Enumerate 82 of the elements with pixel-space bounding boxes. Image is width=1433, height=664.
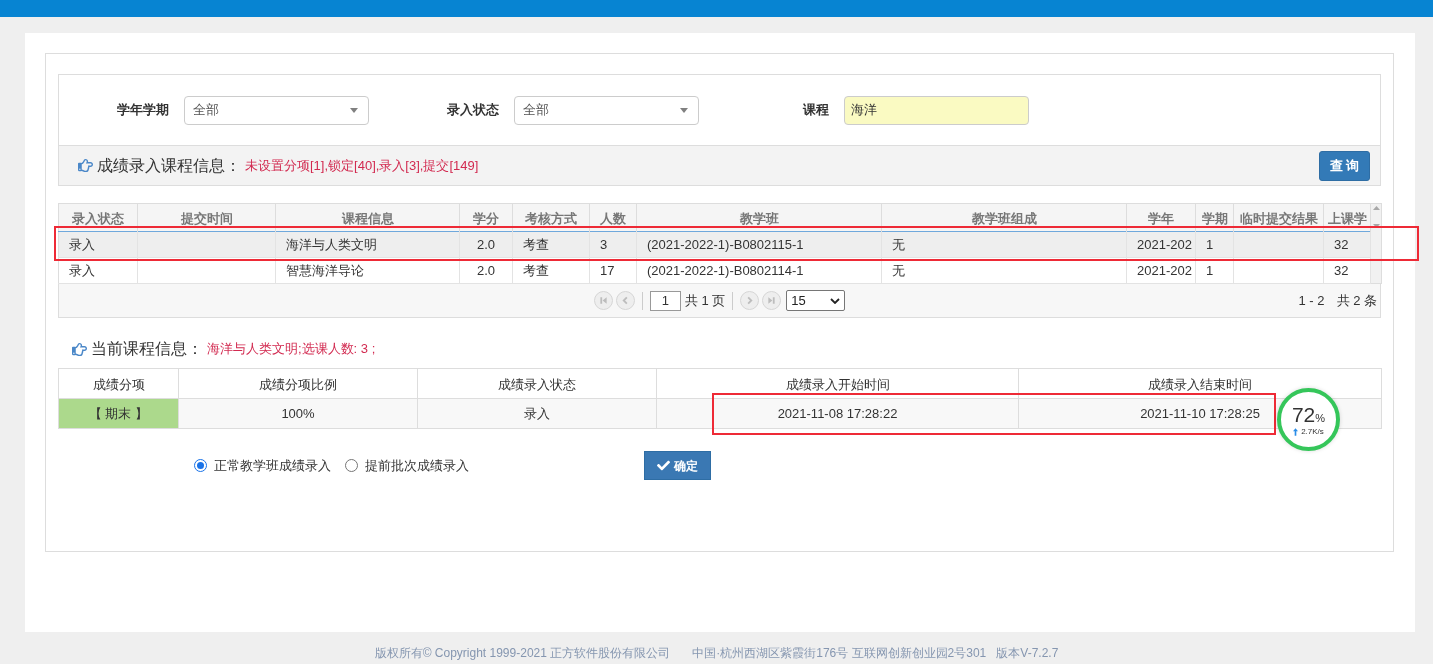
page-count-text: 共 1 页: [684, 291, 726, 310]
last-page-icon: [767, 296, 777, 305]
grade-item-cell: 【 期末 】: [58, 398, 179, 429]
query-button[interactable]: 查 询: [1319, 150, 1370, 181]
table-cell: 录入: [69, 236, 95, 252]
table-cell: 2.0: [476, 262, 496, 278]
table-cell: 2021-11-08 17:28:22: [777, 405, 898, 421]
table-cell: 无: [892, 262, 905, 278]
percent-unit: %: [1315, 412, 1326, 424]
field-label: 课程: [801, 101, 829, 120]
column-header[interactable]: 学年: [1126, 203, 1196, 232]
table-cell: 考查: [523, 262, 549, 278]
table-cell: 32: [1334, 262, 1349, 278]
radio-label[interactable]: 提前批次成绩录入: [365, 455, 469, 476]
column-header: 成绩录入结束时间: [1148, 377, 1252, 392]
radio-button[interactable]: [345, 459, 358, 472]
table-cell: 1: [1206, 262, 1214, 278]
pointing-hand-icon: [72, 341, 87, 357]
table-cell: 32: [1334, 236, 1349, 252]
confirm-button[interactable]: 确定: [644, 451, 711, 480]
column-header[interactable]: 录入状态: [58, 203, 138, 232]
field-label: 录入状态: [446, 101, 499, 120]
table-cell: 2021-202: [1137, 236, 1192, 252]
table-cell: 3: [600, 236, 608, 252]
radio-button[interactable]: [194, 459, 207, 472]
footer-text: 版本V-7.2.7: [996, 646, 1059, 661]
summary-text: 海洋与人类文明;选课人数: 3 ;: [207, 340, 376, 359]
page-number-input[interactable]: 1: [649, 290, 681, 311]
up-arrow-icon: [1293, 427, 1299, 436]
select-field[interactable]: 全部: [184, 95, 369, 125]
percent-value: 72: [1291, 403, 1316, 425]
check-icon: [657, 459, 670, 472]
speed-text: 2.7K/s: [1301, 427, 1324, 436]
footer-text: 版权所有© Copyright 1999-2021 正方软件股份有限公司: [374, 646, 671, 661]
column-header[interactable]: 人数: [589, 203, 637, 232]
column-header[interactable]: 学分: [459, 203, 513, 232]
table-cell: 无: [892, 236, 905, 252]
pointing-hand-icon: [78, 158, 93, 173]
column-header: 成绩分项比例: [259, 377, 337, 392]
table-cell: 智慧海洋导论: [286, 262, 364, 278]
table-cell: 2021-11-10 17:28:25: [1140, 405, 1260, 421]
table-cell: 海洋与人类文明: [286, 236, 377, 252]
column-header: 成绩录入开始时间: [785, 377, 890, 392]
text-input[interactable]: 海洋: [844, 95, 1029, 125]
chevron-down-icon: [830, 297, 841, 304]
select-field[interactable]: 全部: [514, 95, 699, 125]
table-cell: 17: [600, 262, 615, 278]
table-cell: 2.0: [476, 236, 496, 252]
column-header[interactable]: 提交时间: [137, 203, 276, 232]
record-total-text: 共 2 条: [1336, 291, 1377, 310]
table-cell: 录入: [69, 262, 95, 278]
footer-text: 中国·杭州西湖区紫霞街176号 互联网创新创业园2号301: [692, 646, 987, 661]
summary-text: 未设置分项[1],锁定[40],录入[3],提交[149]: [245, 156, 479, 175]
table-cell: (2021-2022-1)-B0802115-1: [647, 236, 804, 252]
record-range-text: 1 - 2: [1298, 291, 1325, 310]
table-cell: (2021-2022-1)-B0802114-1: [647, 262, 804, 278]
chevron-right-icon: [745, 296, 755, 305]
column-header: 成绩录入状态: [498, 377, 576, 392]
column-header[interactable]: 学期: [1195, 203, 1234, 232]
table-cell: 录入: [524, 405, 550, 421]
table-cell: 100%: [281, 405, 315, 421]
column-header: 成绩分项: [92, 377, 145, 392]
table-row[interactable]: 录入 海洋与人类文明 2.0 考查 3 (2021-2022-1)-B0802115-1 无 2021-202 1 32: [58, 231, 1371, 258]
column-header[interactable]: 考核方式: [512, 203, 590, 232]
radio-label[interactable]: 正常教学班成绩录入: [214, 455, 331, 476]
scrollbar[interactable]: [1371, 203, 1382, 284]
field-label: 学年学期: [116, 101, 169, 120]
first-page-icon: [598, 296, 608, 305]
table-cell: 1: [1206, 236, 1214, 252]
column-header[interactable]: 教学班组成: [881, 203, 1127, 232]
column-header[interactable]: 上课学: [1323, 203, 1371, 232]
table-cell: 2021-202: [1137, 262, 1192, 278]
page-size-select[interactable]: 15: [786, 290, 846, 311]
caret-icon: [680, 107, 688, 113]
column-header[interactable]: 临时提交结果: [1233, 203, 1324, 232]
table-cell: 考查: [523, 236, 549, 252]
chevron-left-icon: [620, 296, 630, 305]
section-title: 当前课程信息：: [91, 339, 203, 359]
section-title: 成绩录入课程信息：: [97, 155, 241, 176]
column-header[interactable]: 课程信息: [275, 203, 460, 232]
caret-icon: [350, 107, 358, 113]
column-header[interactable]: 教学班: [636, 203, 882, 232]
